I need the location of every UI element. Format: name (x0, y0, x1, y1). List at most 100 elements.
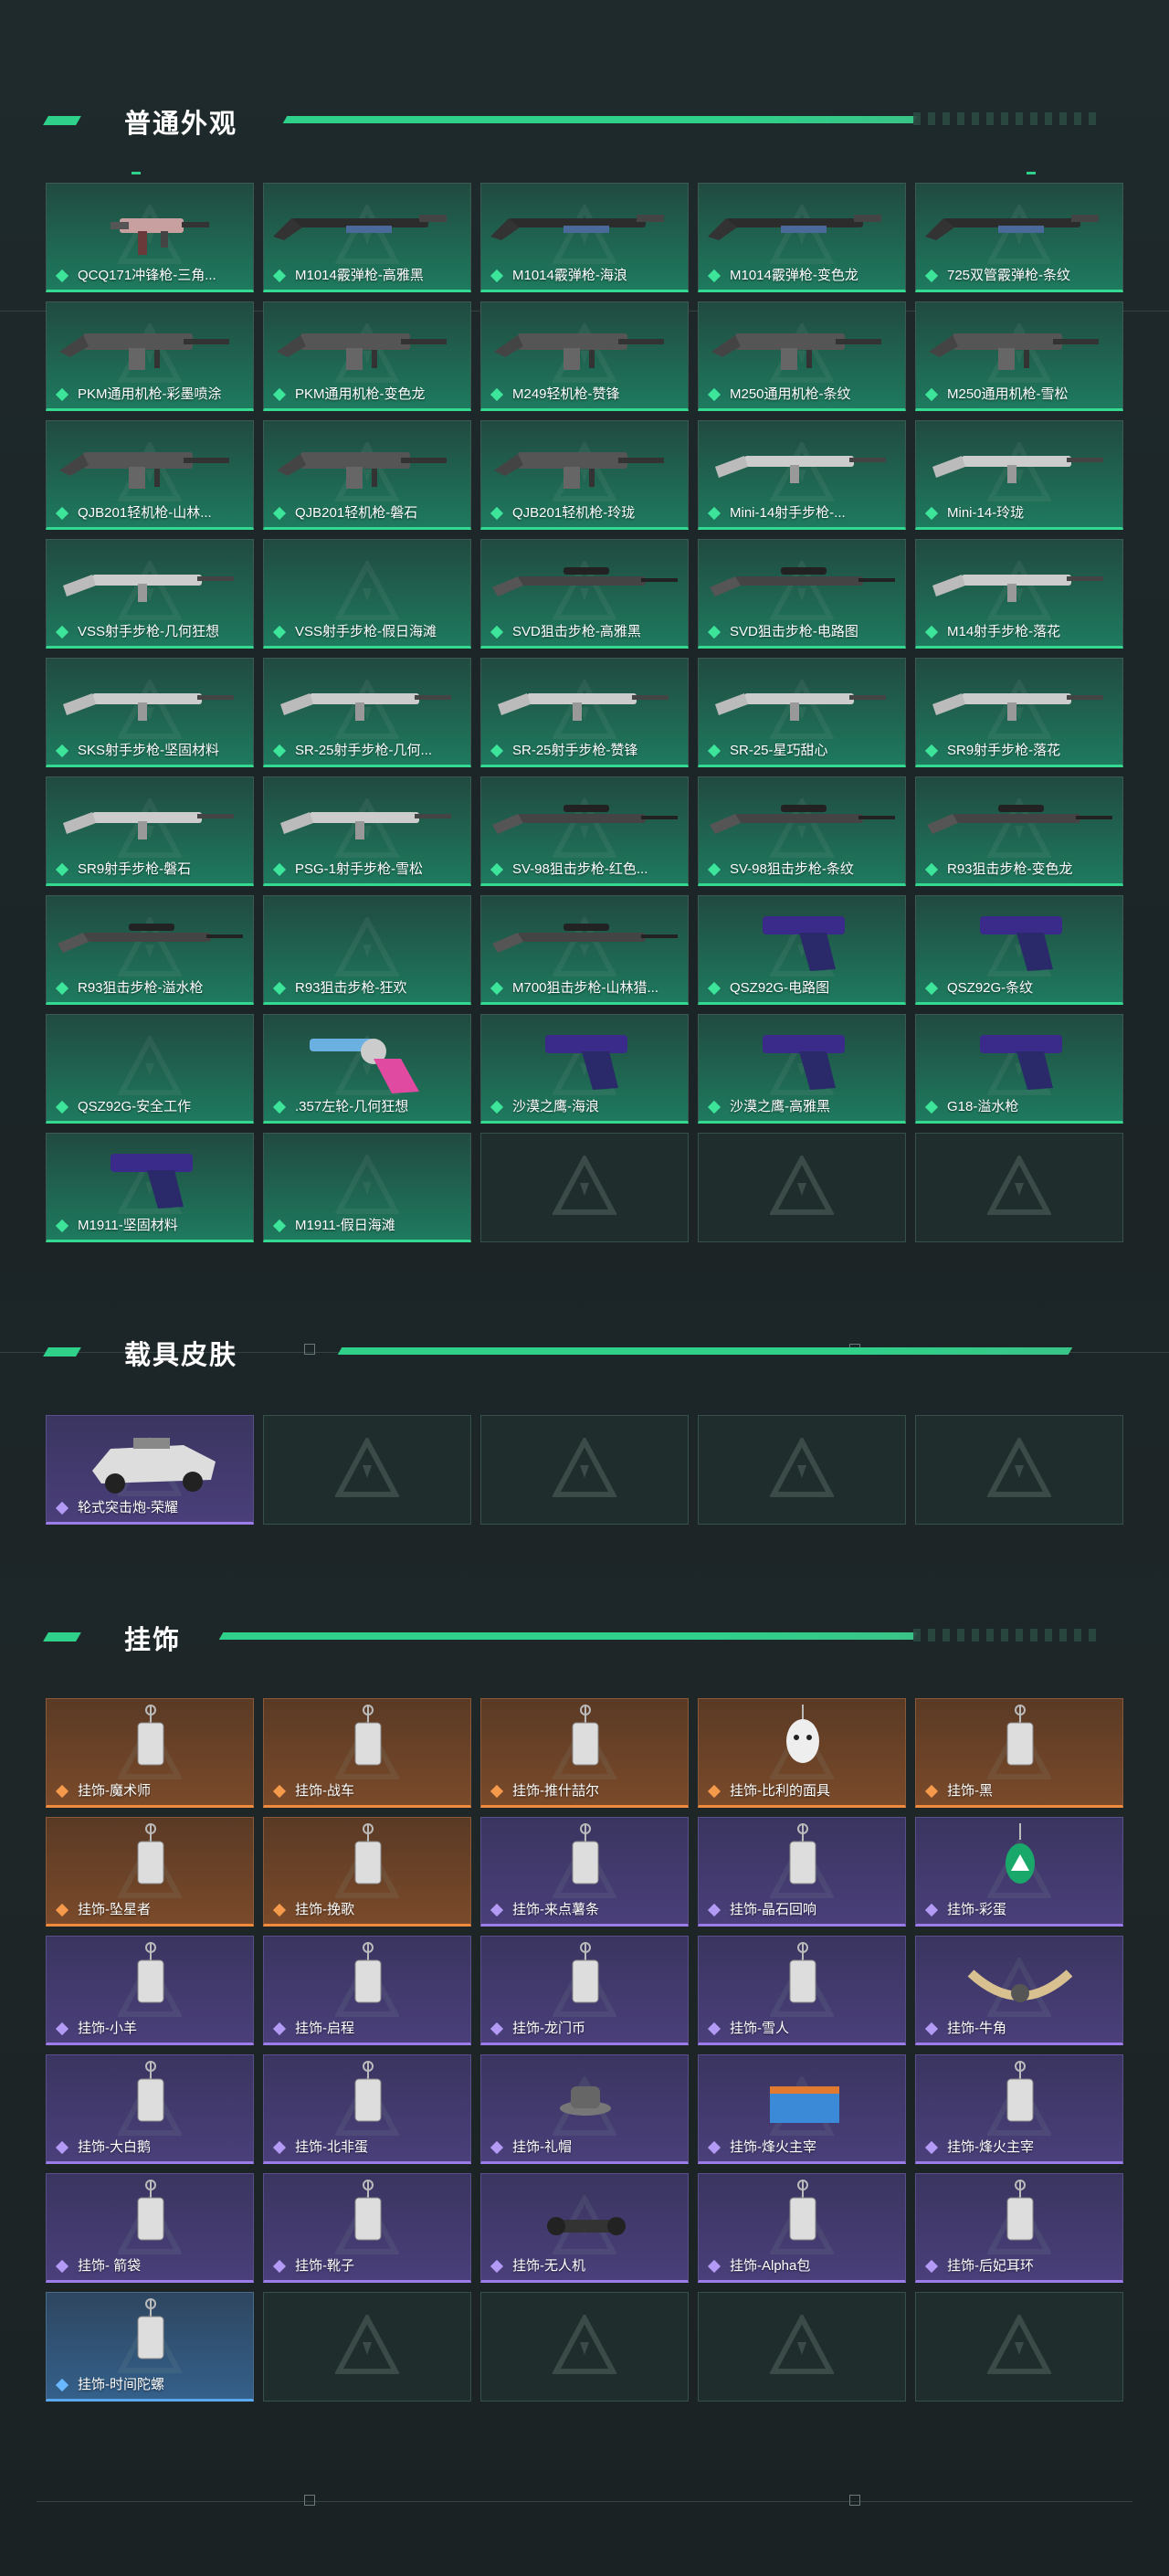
item-card[interactable]: PKM通用机枪-变色龙 (263, 301, 471, 411)
item-label: SV-98狙击步枪-条纹 (730, 861, 854, 877)
shotgun-icon (273, 215, 447, 240)
item-card[interactable]: SV-98狙击步枪-红色... (480, 776, 689, 886)
rarity-diamond-icon (272, 1903, 287, 1917)
item-card[interactable]: 挂饰-挽歌 (263, 1817, 471, 1927)
item-card[interactable]: M1014霰弹枪-海浪 (480, 183, 689, 292)
item-card[interactable]: 沙漠之鹰-海浪 (480, 1014, 689, 1124)
item-card[interactable]: G18-溢水枪 (915, 1014, 1123, 1124)
rarity-diamond-icon (272, 2022, 287, 2036)
item-card[interactable]: QSZ92G-安全工作 (46, 1014, 254, 1124)
item-card[interactable]: 挂饰-启程 (263, 1936, 471, 2045)
sniper-icon (710, 567, 895, 596)
item-card[interactable]: M250通用机枪-条纹 (698, 301, 906, 411)
item-card[interactable]: 挂饰-靴子 (263, 2173, 471, 2283)
item-card[interactable]: M700狙击步枪-山林猎... (480, 895, 689, 1005)
item-card[interactable]: PKM通用机枪-彩墨喷涂 (46, 301, 254, 411)
item-card[interactable]: 挂饰-北非蛋 (263, 2054, 471, 2164)
item-card[interactable]: M250通用机枪-雪松 (915, 301, 1123, 411)
item-card[interactable]: 挂饰-雪人 (698, 1936, 906, 2045)
item-card[interactable]: 挂饰-魔术师 (46, 1698, 254, 1808)
brand-watermark-icon (770, 2315, 834, 2374)
item-card[interactable]: PSG-1射手步枪-雪松 (263, 776, 471, 886)
item-card[interactable]: 挂饰-礼帽 (480, 2054, 689, 2164)
item-card[interactable]: QSZ92G-条纹 (915, 895, 1123, 1005)
item-card[interactable]: QJB201轻机枪-磐石 (263, 420, 471, 530)
item-card[interactable]: 挂饰-大白鹅 (46, 2054, 254, 2164)
rifle-icon (63, 693, 234, 721)
item-card[interactable]: 挂饰-战车 (263, 1698, 471, 1808)
item-label: SVD狙击步枪-高雅黑 (512, 624, 641, 639)
item-card[interactable]: 挂饰-来点薯条 (480, 1817, 689, 1927)
charm-triangle-icon (1006, 2061, 1034, 2122)
item-card[interactable]: R93狙击步枪-狂欢 (263, 895, 471, 1005)
charm-earring-icon (1006, 2180, 1034, 2241)
item-card[interactable]: QJB201轻机枪-玲珑 (480, 420, 689, 530)
item-card[interactable]: 挂饰-烽火主宰 (915, 2054, 1123, 2164)
charm-top-icon (137, 2298, 164, 2360)
item-label: M14射手步枪-落花 (947, 624, 1061, 639)
rarity-diamond-icon (924, 2140, 939, 2155)
item-card[interactable]: SR-25射手步枪-赞锋 (480, 658, 689, 767)
item-card[interactable]: 沙漠之鹰-高雅黑 (698, 1014, 906, 1124)
item-card[interactable]: R93狙击步枪-变色龙 (915, 776, 1123, 886)
item-label: QJB201轻机枪-磐石 (295, 505, 418, 521)
item-card[interactable]: 挂饰-烽火主宰 (698, 2054, 906, 2164)
item-card[interactable]: 挂饰-比利的面具 (698, 1698, 906, 1808)
item-card[interactable]: 挂饰-晶石回响 (698, 1817, 906, 1927)
item-card[interactable]: SVD狙击步枪-电路图 (698, 539, 906, 649)
item-card[interactable]: SR-25射手步枪-几何... (263, 658, 471, 767)
item-card[interactable]: 挂饰-后妃耳环 (915, 2173, 1123, 2283)
item-card[interactable]: 挂饰-推什喆尔 (480, 1698, 689, 1808)
item-card[interactable]: M14射手步枪-落花 (915, 539, 1123, 649)
item-card[interactable]: SR9射手步枪-磐石 (46, 776, 254, 886)
item-card[interactable]: M1911-假日海滩 (263, 1133, 471, 1242)
charm-tag-icon (137, 1705, 164, 1766)
rarity-diamond-icon (707, 269, 721, 283)
item-card[interactable]: QSZ92G-电路图 (698, 895, 906, 1005)
item-card[interactable]: 挂饰-牛角 (915, 1936, 1123, 2045)
rarity-diamond-icon (707, 744, 721, 758)
rarity-diamond-icon (272, 387, 287, 402)
item-card[interactable]: SV-98狙击步枪-条纹 (698, 776, 906, 886)
item-card[interactable]: R93狙击步枪-溢水枪 (46, 895, 254, 1005)
item-card[interactable]: M1014霰弹枪-变色龙 (698, 183, 906, 292)
item-card[interactable]: M1911-坚固材料 (46, 1133, 254, 1242)
rarity-diamond-icon (55, 1219, 69, 1233)
item-label: SKS射手步枪-坚固材料 (78, 743, 220, 758)
item-label: M249轻机枪-赞锋 (512, 386, 620, 402)
item-card[interactable]: SR-25-星巧甜心 (698, 658, 906, 767)
item-card[interactable]: 725双管霰弹枪-条纹 (915, 183, 1123, 292)
charm-coin-icon (572, 1942, 599, 2003)
rarity-diamond-icon (924, 506, 939, 521)
rarity-diamond-icon (272, 2259, 287, 2274)
item-label: VSS射手步枪-假日海滩 (295, 624, 437, 639)
item-card[interactable]: 挂饰-龙门币 (480, 1936, 689, 2045)
item-card[interactable]: 挂饰-彩蛋 (915, 1817, 1123, 1927)
item-card[interactable]: SVD狙击步枪-高雅黑 (480, 539, 689, 649)
item-card[interactable]: M249轻机枪-赞锋 (480, 301, 689, 411)
item-card[interactable]: M1014霰弹枪-高雅黑 (263, 183, 471, 292)
item-card[interactable]: QJB201轻机枪-山林... (46, 420, 254, 530)
item-card[interactable]: 挂饰-时间陀螺 (46, 2292, 254, 2402)
item-card[interactable]: VSS射手步枪-假日海滩 (263, 539, 471, 649)
pistol-icon (763, 1035, 845, 1090)
item-card[interactable]: 挂饰-无人机 (480, 2173, 689, 2283)
rarity-diamond-icon (924, 1903, 939, 1917)
item-card[interactable]: 挂饰-坠星者 (46, 1817, 254, 1927)
item-card[interactable]: .357左轮-几何狂想 (263, 1014, 471, 1124)
charm-boot-icon (354, 2180, 382, 2241)
rarity-diamond-icon (272, 744, 287, 758)
item-card[interactable]: QCQ171冲锋枪-三角... (46, 183, 254, 292)
item-card[interactable]: VSS射手步枪-几何狂想 (46, 539, 254, 649)
item-card[interactable]: Mini-14-玲珑 (915, 420, 1123, 530)
rarity-diamond-icon (272, 2140, 287, 2155)
item-card[interactable]: 挂饰-Alpha包 (698, 2173, 906, 2283)
item-card[interactable]: Mini-14射手步枪-... (698, 420, 906, 530)
item-card[interactable]: 挂饰- 箭袋 (46, 2173, 254, 2283)
item-card[interactable]: 轮式突击炮-荣耀 (46, 1415, 254, 1525)
item-card[interactable]: SKS射手步枪-坚固材料 (46, 658, 254, 767)
item-card[interactable]: 挂饰-小羊 (46, 1936, 254, 2045)
machinegun-icon (59, 333, 229, 370)
item-card[interactable]: 挂饰-黑 (915, 1698, 1123, 1808)
item-card[interactable]: SR9射手步枪-落花 (915, 658, 1123, 767)
